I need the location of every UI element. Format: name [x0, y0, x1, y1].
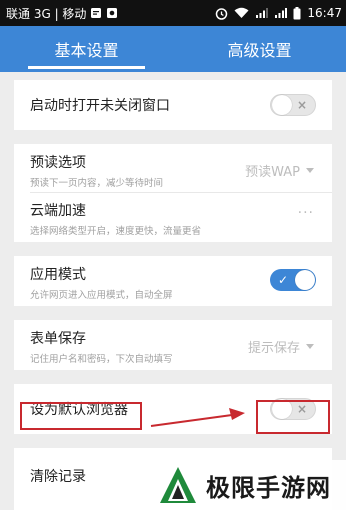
- wifi-icon: [234, 7, 249, 19]
- signal-icon: [255, 7, 269, 19]
- image-icon: [106, 7, 118, 19]
- sms-icon: [90, 7, 102, 19]
- tab-basic-settings[interactable]: 基本设置: [0, 26, 173, 72]
- watermark: 极限手游网: [150, 460, 346, 510]
- arrow-icon: [150, 408, 245, 427]
- tab-bar: 基本设置 高级设置: [0, 26, 346, 72]
- tab-advanced-settings[interactable]: 高级设置: [173, 26, 346, 72]
- clock: 16:47: [307, 6, 342, 20]
- battery-icon: [293, 6, 301, 20]
- settings-list: 启动时打开未关闭窗口 × 预读选项 预读下一页内容，减少等待时间 预读WAP 云…: [0, 72, 346, 510]
- logo-icon: [160, 467, 196, 503]
- status-bar: 联通 3G | 移动 16:47: [0, 0, 346, 26]
- carrier-text: 联通 3G | 移动: [6, 6, 87, 21]
- signal-icon: [274, 7, 288, 19]
- watermark-text: 极限手游网: [206, 472, 331, 502]
- alarm-icon: [215, 7, 228, 20]
